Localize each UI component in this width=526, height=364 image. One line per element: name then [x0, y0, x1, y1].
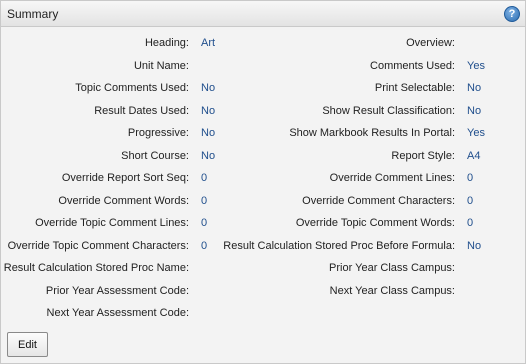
- edit-button[interactable]: Edit: [7, 332, 48, 357]
- right-field-value: 0: [467, 217, 474, 229]
- summary-panel: Summary ? Heading: Art Unit Name: Topic Com…: [0, 0, 526, 364]
- panel-title: Summary: [7, 7, 59, 21]
- left-field-value: No: [201, 150, 216, 162]
- right-field-value: No: [467, 105, 482, 117]
- right-field-label: Prior Year Class Campus:: [329, 262, 455, 274]
- left-field-label: Override Report Sort Seq:: [61, 172, 189, 184]
- left-field-value: 0: [201, 195, 208, 207]
- right-field-label: Override Comment Lines:: [329, 172, 455, 184]
- right-field-value: No: [467, 240, 482, 252]
- left-field-label: Progressive:: [127, 127, 189, 139]
- right-field-label: Show Result Classification:: [322, 105, 455, 117]
- left-field-value: 0: [201, 217, 208, 229]
- left-field-value: No: [201, 105, 216, 117]
- right-field-value: No: [467, 82, 482, 94]
- right-field-value: 0: [467, 172, 474, 184]
- left-field-label: Short Course:: [121, 150, 189, 162]
- right-field-value: A4: [467, 150, 481, 162]
- right-field-value: 0: [467, 195, 474, 207]
- left-field-label: Topic Comments Used:: [75, 82, 189, 94]
- left-field-label: Override Topic Comment Characters:: [7, 240, 189, 252]
- left-field-label: Override Topic Comment Lines:: [35, 217, 189, 229]
- left-field-label: Heading:: [144, 37, 189, 49]
- left-field-value: Art: [201, 37, 216, 49]
- left-field-value: No: [201, 82, 216, 94]
- right-field-label: Show Markbook Results In Portal:: [289, 127, 455, 139]
- left-field-label: Unit Name:: [133, 60, 189, 72]
- left-field-label: Next Year Assessment Code:: [46, 307, 189, 319]
- right-field-label: Overview:: [406, 37, 455, 49]
- right-field-value: Yes: [467, 127, 485, 139]
- panel-header: Summary ?: [1, 1, 525, 27]
- left-field-label: Prior Year Assessment Code:: [45, 285, 189, 297]
- left-field-value: 0: [201, 240, 208, 252]
- left-field-value: 0: [201, 172, 208, 184]
- left-field-label: Result Dates Used:: [94, 105, 189, 117]
- left-field-value: No: [201, 127, 216, 139]
- right-field-label: Next Year Class Campus:: [329, 285, 455, 297]
- right-field-label: Comments Used:: [370, 60, 455, 72]
- left-field-label: Override Comment Words:: [58, 195, 189, 207]
- right-field-label: Override Topic Comment Words:: [295, 217, 455, 229]
- right-field-label: Override Comment Characters:: [302, 195, 455, 207]
- help-icon[interactable]: ?: [504, 6, 520, 22]
- right-field-label: Result Calculation Stored Proc Before Fo…: [223, 240, 455, 252]
- right-field-value: Yes: [467, 60, 485, 72]
- right-field-label: Report Style:: [391, 150, 455, 162]
- left-field-label: Result Calculation Stored Proc Name:: [3, 262, 189, 274]
- right-field-label: Print Selectable:: [374, 82, 455, 94]
